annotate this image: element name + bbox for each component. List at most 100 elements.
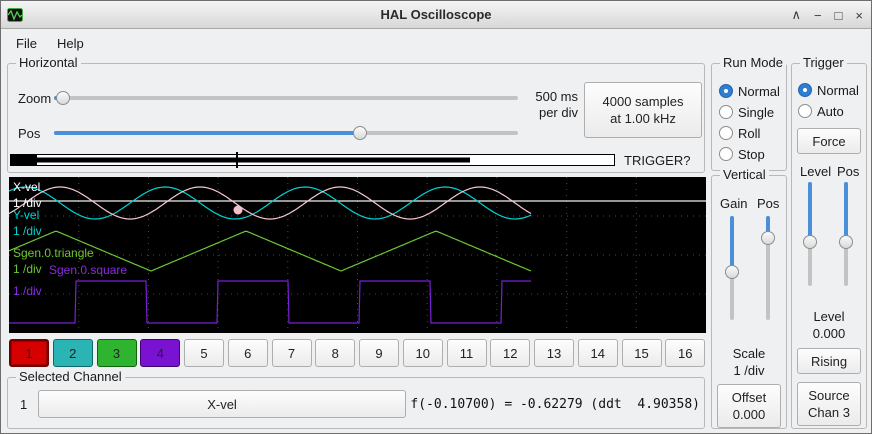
trigger-radio-normal[interactable]: Normal — [798, 82, 859, 98]
scope-display[interactable]: X-vel1 /divY-vel1 /divSgen.0.triangle1 /… — [9, 177, 706, 333]
window-controls: ∧ − □ × — [791, 1, 863, 29]
run-mode-group: Run Mode NormalSingleRollStop — [711, 63, 787, 171]
run-mode-radio-label: Single — [738, 105, 774, 120]
channel-button-12[interactable]: 12 — [490, 339, 530, 367]
channel-button-3[interactable]: 3 — [97, 339, 137, 367]
gain-label: Gain — [720, 196, 747, 211]
vertical-pos-knob[interactable] — [761, 231, 775, 245]
vertical-pos-label: Pos — [757, 196, 779, 211]
radio-icon — [719, 105, 733, 119]
trigger-radio-auto[interactable]: Auto — [798, 103, 859, 119]
signal-readout: f(-0.10700) = -0.62279 (ddt 4.90358) — [410, 397, 700, 412]
zoom-slider-knob[interactable] — [56, 91, 70, 105]
window-title: HAL Oscilloscope — [1, 7, 871, 22]
pos-slider-knob[interactable] — [353, 126, 367, 140]
trigger-pos-fill — [844, 182, 848, 242]
scope-channel-label: Sgen.0.triangle — [13, 246, 94, 260]
radio-icon — [798, 83, 812, 97]
channel-button-11[interactable]: 11 — [447, 339, 487, 367]
trigger-source-button[interactable]: Source Chan 3 — [797, 382, 861, 426]
horizontal-group-label: Horizontal — [16, 55, 81, 70]
selected-channel-group-label: Selected Channel — [16, 369, 125, 384]
channel-button-15[interactable]: 15 — [622, 339, 662, 367]
channel-button-14[interactable]: 14 — [578, 339, 618, 367]
scope-channel-label: 1 /div — [13, 284, 42, 298]
channel-button-6[interactable]: 6 — [228, 339, 268, 367]
trigger-source-line2: Chan 3 — [808, 404, 850, 421]
vertical-group: Vertical Gain Pos Scale 1 /div Offset 0.… — [711, 175, 787, 429]
gain-slider[interactable] — [724, 216, 740, 320]
zoom-label: Zoom — [18, 91, 51, 106]
trigger-group: Trigger NormalAuto Force Level Pos Level… — [791, 63, 867, 429]
selected-channel-group: Selected Channel 1 X-vel f(-0.10700) = -… — [7, 377, 705, 429]
time-per-div: 500 ms per div — [514, 89, 578, 121]
channel-button-7[interactable]: 7 — [272, 339, 312, 367]
run-mode-radio-single[interactable]: Single — [719, 104, 780, 120]
channel-button-9[interactable]: 9 — [359, 339, 399, 367]
scope-channel-label: X-vel — [13, 180, 40, 194]
scope-channel-label: Sgen.0.square — [49, 263, 127, 277]
gain-slider-fill — [730, 216, 734, 272]
samples-button-line1: 4000 samples — [603, 93, 684, 110]
radio-icon — [798, 104, 812, 118]
channel-button-1[interactable]: 1 — [9, 339, 49, 367]
trigger-point-marker — [234, 206, 243, 215]
trigger-level-knob[interactable] — [803, 235, 817, 249]
menu-file[interactable]: File — [7, 33, 46, 54]
force-trigger-button[interactable]: Force — [797, 128, 861, 154]
trigger-pos-slider[interactable] — [838, 182, 854, 286]
offset-button-line1: Offset — [732, 389, 766, 406]
trigger-mode-options: Normal Auto — [798, 82, 859, 119]
scope-trace-Sgen.0.square — [9, 281, 531, 323]
vertical-pos-slider[interactable] — [760, 216, 776, 320]
channel-button-5[interactable]: 5 — [184, 339, 224, 367]
maximize-button[interactable]: □ — [835, 8, 843, 23]
titlebar: HAL Oscilloscope ∧ − □ × — [1, 1, 871, 29]
channel-name-button[interactable]: X-vel — [38, 390, 406, 418]
minimize-button[interactable]: − — [814, 8, 822, 23]
trigger-level-label: Level — [800, 164, 831, 179]
run-mode-radio-stop[interactable]: Stop — [719, 146, 780, 162]
run-mode-radio-label: Normal — [738, 84, 780, 99]
run-mode-group-label: Run Mode — [720, 55, 786, 70]
offset-button[interactable]: Offset 0.000 — [717, 384, 781, 428]
offset-button-line2: 0.000 — [732, 406, 766, 423]
trigger-level-readout-value: 0.000 — [792, 326, 866, 341]
samples-button[interactable]: 4000 samples at 1.00 kHz — [584, 82, 702, 138]
zoom-slider-track[interactable] — [54, 96, 518, 100]
channel-button-16[interactable]: 16 — [665, 339, 705, 367]
scale-value: 1 /div — [712, 363, 786, 378]
menu-help[interactable]: Help — [48, 33, 93, 54]
pos-slider[interactable] — [54, 125, 518, 141]
record-position-bar[interactable] — [10, 152, 616, 168]
trigger-edge-button[interactable]: Rising — [797, 348, 861, 374]
run-mode-radio-roll[interactable]: Roll — [719, 125, 780, 141]
channel-button-2[interactable]: 2 — [53, 339, 93, 367]
shade-button[interactable]: ∧ — [791, 7, 801, 23]
pos-slider-fill — [54, 131, 360, 135]
trigger-level-slider[interactable] — [802, 182, 818, 286]
scope-trace-Y-vel — [9, 187, 531, 219]
channel-button-10[interactable]: 10 — [403, 339, 443, 367]
menubar: File Help — [1, 30, 871, 56]
channel-button-8[interactable]: 8 — [315, 339, 355, 367]
trigger-level-readout-label: Level — [792, 309, 866, 324]
trigger-radio-label: Auto — [817, 104, 844, 119]
scale-label: Scale — [712, 346, 786, 361]
zoom-slider[interactable] — [54, 90, 518, 106]
run-mode-radio-label: Stop — [738, 147, 765, 162]
radio-icon — [719, 147, 733, 161]
channel-button-row: 12345678910111213141516 — [9, 339, 706, 367]
horizontal-group: Horizontal Zoom 500 ms per div 4000 samp… — [7, 63, 705, 173]
run-mode-radio-normal[interactable]: Normal — [719, 83, 780, 99]
gain-slider-knob[interactable] — [725, 265, 739, 279]
trigger-level-fill — [808, 182, 812, 242]
trigger-pos-knob[interactable] — [839, 235, 853, 249]
close-button[interactable]: × — [855, 8, 863, 23]
samples-button-line2: at 1.00 kHz — [603, 110, 684, 127]
vertical-group-label: Vertical — [720, 167, 769, 182]
scope-channel-label: 1 /div — [13, 224, 42, 238]
channel-button-4[interactable]: 4 — [140, 339, 180, 367]
trigger-pos-label: Pos — [837, 164, 859, 179]
channel-button-13[interactable]: 13 — [534, 339, 574, 367]
